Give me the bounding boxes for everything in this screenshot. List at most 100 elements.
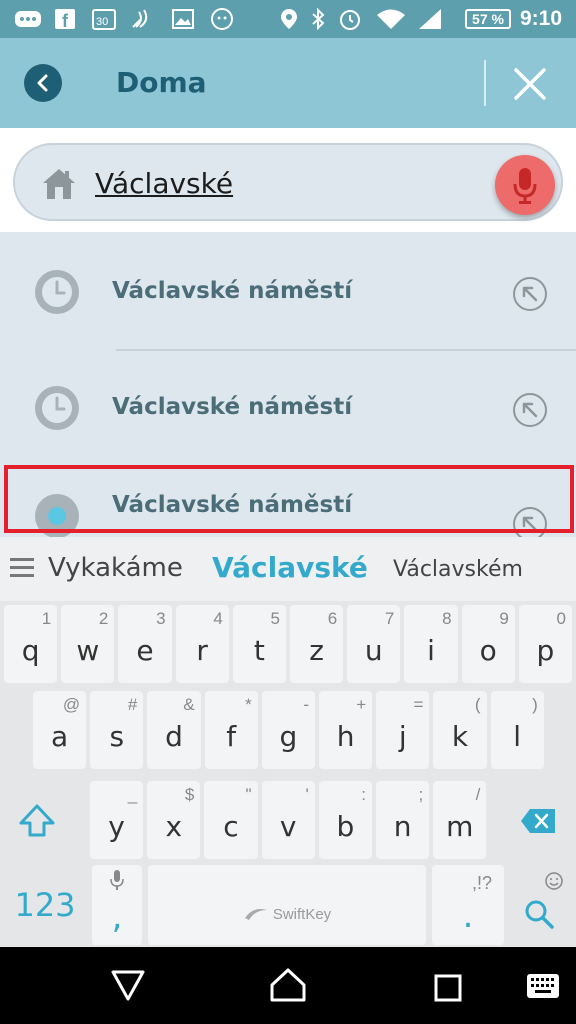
key-z[interactable]: 6z xyxy=(290,605,344,683)
key-i[interactable]: 8i xyxy=(404,605,458,683)
key-r[interactable]: 4r xyxy=(175,605,229,683)
search-input[interactable]: Václavské xyxy=(13,143,563,221)
back-button[interactable] xyxy=(24,64,62,102)
key-u[interactable]: 7u xyxy=(347,605,401,683)
result-item[interactable]: Václavské náměstí xyxy=(0,232,576,351)
page-title: Doma xyxy=(116,66,207,99)
key-label: i xyxy=(427,633,435,667)
key-label: d xyxy=(165,719,183,753)
key-b[interactable]: :b xyxy=(318,781,372,859)
svg-text:f: f xyxy=(62,11,69,30)
key-t[interactable]: 5t xyxy=(232,605,286,683)
key-hint: + xyxy=(356,695,367,714)
calendar-icon: 30 xyxy=(92,8,116,30)
key-y[interactable]: _ y xyxy=(90,781,144,859)
key-label: g xyxy=(279,719,298,753)
key-q[interactable]: 1q xyxy=(4,605,58,683)
period-label: . xyxy=(462,896,474,936)
facebook-icon: f xyxy=(54,8,76,30)
close-button[interactable] xyxy=(510,64,550,104)
key-hint: 5 xyxy=(270,609,280,628)
key-label: j xyxy=(398,719,407,753)
key-label: c xyxy=(223,809,239,843)
chevron-left-icon xyxy=(37,74,48,92)
key-j[interactable]: = j xyxy=(376,691,430,769)
key-hint: ; xyxy=(418,785,424,804)
result-item[interactable]: Václavské náměstí xyxy=(0,348,576,464)
space-key[interactable]: SwiftKey xyxy=(148,865,426,945)
backspace-key[interactable] xyxy=(505,781,571,861)
signal-icon xyxy=(418,8,442,30)
numbers-key[interactable]: 123 xyxy=(0,865,90,945)
key-a[interactable]: @ a xyxy=(33,691,87,769)
key-hint: ( xyxy=(474,695,481,714)
key-hint: : xyxy=(361,785,366,804)
fill-query-arrow-icon[interactable] xyxy=(512,392,548,433)
key-label: l xyxy=(513,719,522,753)
back-nav-icon[interactable] xyxy=(110,969,146,1008)
key-s[interactable]: # s xyxy=(90,691,144,769)
key-g[interactable]: -g xyxy=(261,691,315,769)
key-k[interactable]: (k xyxy=(433,691,487,769)
key-n[interactable]: ; n xyxy=(376,781,430,859)
key-hint: ) xyxy=(532,695,538,714)
key-hint: @ xyxy=(62,695,81,714)
key-x[interactable]: $ x xyxy=(147,781,201,859)
key-hint: 7 xyxy=(384,609,395,628)
key-label: b xyxy=(336,809,355,843)
keyboard-switch-icon[interactable] xyxy=(526,973,560,1004)
key-v[interactable]: ' v xyxy=(261,781,315,859)
key-hint: 6 xyxy=(327,609,338,628)
search-enter-key[interactable] xyxy=(506,865,572,945)
emoji-icon xyxy=(544,871,564,896)
backspace-icon xyxy=(521,809,555,833)
key-m[interactable]: / m xyxy=(433,781,487,859)
numbers-key-label: 123 xyxy=(14,886,76,924)
svg-text:30: 30 xyxy=(96,16,108,28)
swiftkey-icon xyxy=(244,909,267,920)
fill-query-arrow-icon[interactable] xyxy=(512,276,548,317)
key-c[interactable]: " c xyxy=(204,781,258,859)
period-key[interactable]: ,!? . xyxy=(432,865,504,945)
messages-icon xyxy=(14,8,42,30)
key-w[interactable]: 2w xyxy=(61,605,115,683)
result-label: Václavské náměstí xyxy=(112,394,353,420)
close-icon xyxy=(514,68,546,100)
search-area: Václavské xyxy=(0,128,576,232)
key-d[interactable]: & d xyxy=(147,691,201,769)
location-icon xyxy=(280,8,298,30)
home-icon xyxy=(41,167,77,206)
menu-icon[interactable] xyxy=(10,557,36,584)
key-hint: 3 xyxy=(156,609,166,628)
key-label: q xyxy=(21,633,40,667)
key-label: k xyxy=(451,719,469,753)
key-hint: # xyxy=(127,695,138,714)
key-o[interactable]: 9o xyxy=(461,605,515,683)
result-label: Václavské náměstí xyxy=(112,278,353,304)
key-label: o xyxy=(479,633,497,667)
search-icon xyxy=(525,900,554,929)
bluetooth-icon xyxy=(310,8,326,30)
voice-search-button[interactable] xyxy=(495,155,555,215)
key-l[interactable]: ) l xyxy=(490,691,544,769)
key-label: z xyxy=(309,633,324,667)
recent-apps-icon[interactable] xyxy=(433,973,463,1008)
suggestion-left[interactable]: Vykakáme xyxy=(48,553,183,583)
shift-key[interactable] xyxy=(4,781,70,861)
keyboard: 1q2w3e4r5t6z7u8i9o0p @ a # s & d * f - g + h = j(k) l … xyxy=(0,601,576,947)
alarm-icon xyxy=(338,8,362,30)
key-p[interactable]: 0p xyxy=(518,605,572,683)
highlight-box xyxy=(4,465,574,533)
key-label: r xyxy=(196,633,208,667)
suggestion-bar: Vykakáme Václavské Václavském xyxy=(0,537,576,601)
key-label: v xyxy=(279,809,297,843)
key-hint: " xyxy=(245,785,252,804)
key-e[interactable]: 3e xyxy=(118,605,172,683)
home-nav-icon[interactable] xyxy=(268,967,308,1008)
suggestion-right[interactable]: Václavském xyxy=(393,557,523,582)
comma-key[interactable]: , xyxy=(92,865,142,945)
key-f[interactable]: * f xyxy=(204,691,258,769)
key-h[interactable]: + h xyxy=(319,691,373,769)
suggestion-center[interactable]: Václavské xyxy=(212,551,368,584)
key-label: u xyxy=(364,633,383,667)
